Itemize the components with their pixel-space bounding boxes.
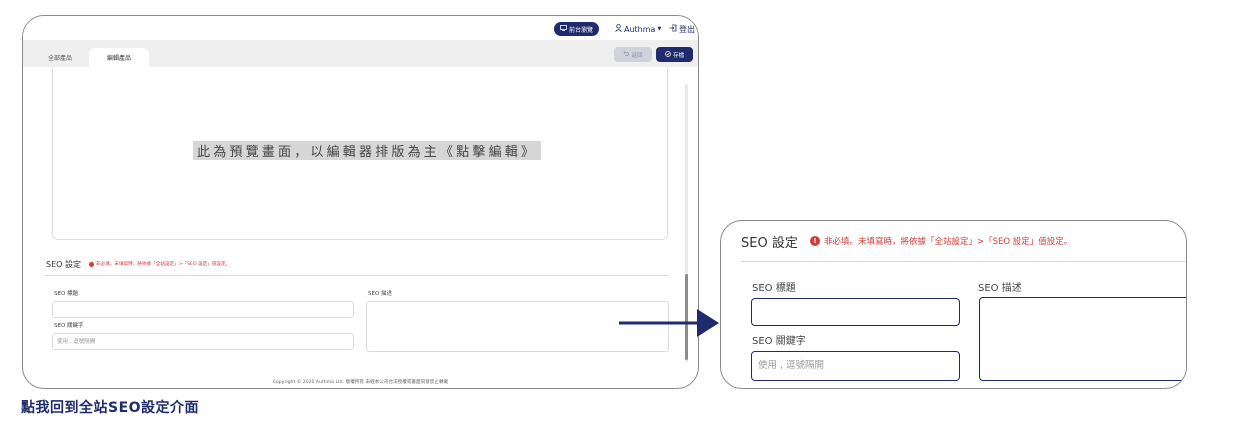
seo-note-text: 非必填。未填寫時，將依據「全站設定」>「SEO 設定」值設定。 [96,262,231,267]
check-circle-icon [665,50,671,59]
seo-zoom-keywords-label: SEO 關鍵字 [752,336,806,347]
seo-zoom-desc-textarea[interactable] [979,297,1186,381]
seo-keywords-input[interactable]: 使用 , 逗號隔開 [52,333,354,350]
user-icon [615,24,622,34]
seo-zoom-desc-label: SEO 描述 [978,283,1022,294]
frontend-view-label: 前台瀏覽 [568,26,593,34]
tab-all-products[interactable]: 全部產品 [35,48,85,67]
seo-zoom-title-label: SEO 標題 [752,283,796,294]
seo-zoom-note-text: 非必填。未填寫時，將依據「全站設定」>「SEO 設定」值設定。 [824,237,1073,247]
frontend-view-button[interactable]: 前台瀏覽 [554,22,599,36]
editor-preview[interactable]: 此為預覽畫面，以編輯器排版為主《點擊編輯》 [52,67,668,240]
seo-keywords-placeholder: 使用 , 逗號隔開 [57,339,96,345]
seo-zoom-note: ! 非必填。未填寫時，將依據「全站設定」>「SEO 設定」值設定。 [810,235,1072,247]
preview-placeholder[interactable]: 此為預覽畫面，以編輯器排版為主《點擊編輯》 [193,141,542,160]
monitor-icon [560,25,567,33]
seo-zoom-keywords-placeholder: 使用 , 逗號隔開 [758,360,825,371]
save-button[interactable]: 存檔 [656,47,693,62]
seo-section-title: SEO 設定 [46,260,81,269]
warning-icon [89,261,94,267]
caption-link[interactable]: 點我回到全站SEO設定介面 [21,397,199,417]
seo-zoom-title: SEO 設定 [741,236,798,251]
seo-desc-label: SEO 描述 [368,291,393,297]
tab-edit-product[interactable]: 編輯產品 [89,48,149,67]
seo-zoom-panel: SEO 設定 ! 非必填。未填寫時，將依據「全站設定」>「SEO 設定」值設定。… [720,220,1187,389]
logout-icon [669,24,677,34]
warning-icon: ! [810,236,820,246]
seo-zoom-divider [741,261,1186,262]
seo-keywords-label: SEO 關鍵字 [54,323,84,329]
back-label: 返回 [631,52,643,59]
seo-divider [45,275,669,276]
logout-button[interactable]: 登出 [669,22,695,36]
app-window: 前台瀏覽 Authma ▼ 登出 全部產品 編輯產品 返回 存檔 此為預覽畫面，… [22,15,699,389]
user-name: Authma [624,24,656,34]
seo-zoom-keywords-input[interactable]: 使用 , 逗號隔開 [751,351,960,381]
seo-title-label: SEO 標題 [54,291,79,297]
seo-note: 非必填。未填寫時，將依據「全站設定」>「SEO 設定」值設定。 [89,261,230,267]
seo-title-input[interactable] [52,301,354,318]
undo-icon [623,51,630,58]
chevron-down-icon: ▼ [657,26,662,32]
back-button[interactable]: 返回 [614,47,652,62]
top-bar: 前台瀏覽 Authma ▼ 登出 [23,16,698,40]
logout-label: 登出 [679,24,695,34]
tab-strip: 全部產品 編輯產品 返回 存檔 [23,40,698,67]
user-menu[interactable]: Authma ▼ [615,22,661,36]
arrow-right-icon [619,309,719,337]
save-label: 存檔 [672,52,684,59]
footer-copyright: Copyright © 2020 Authma Ltd. 版權所有 未經本公司合… [272,380,449,385]
seo-zoom-title-input[interactable] [751,298,960,326]
